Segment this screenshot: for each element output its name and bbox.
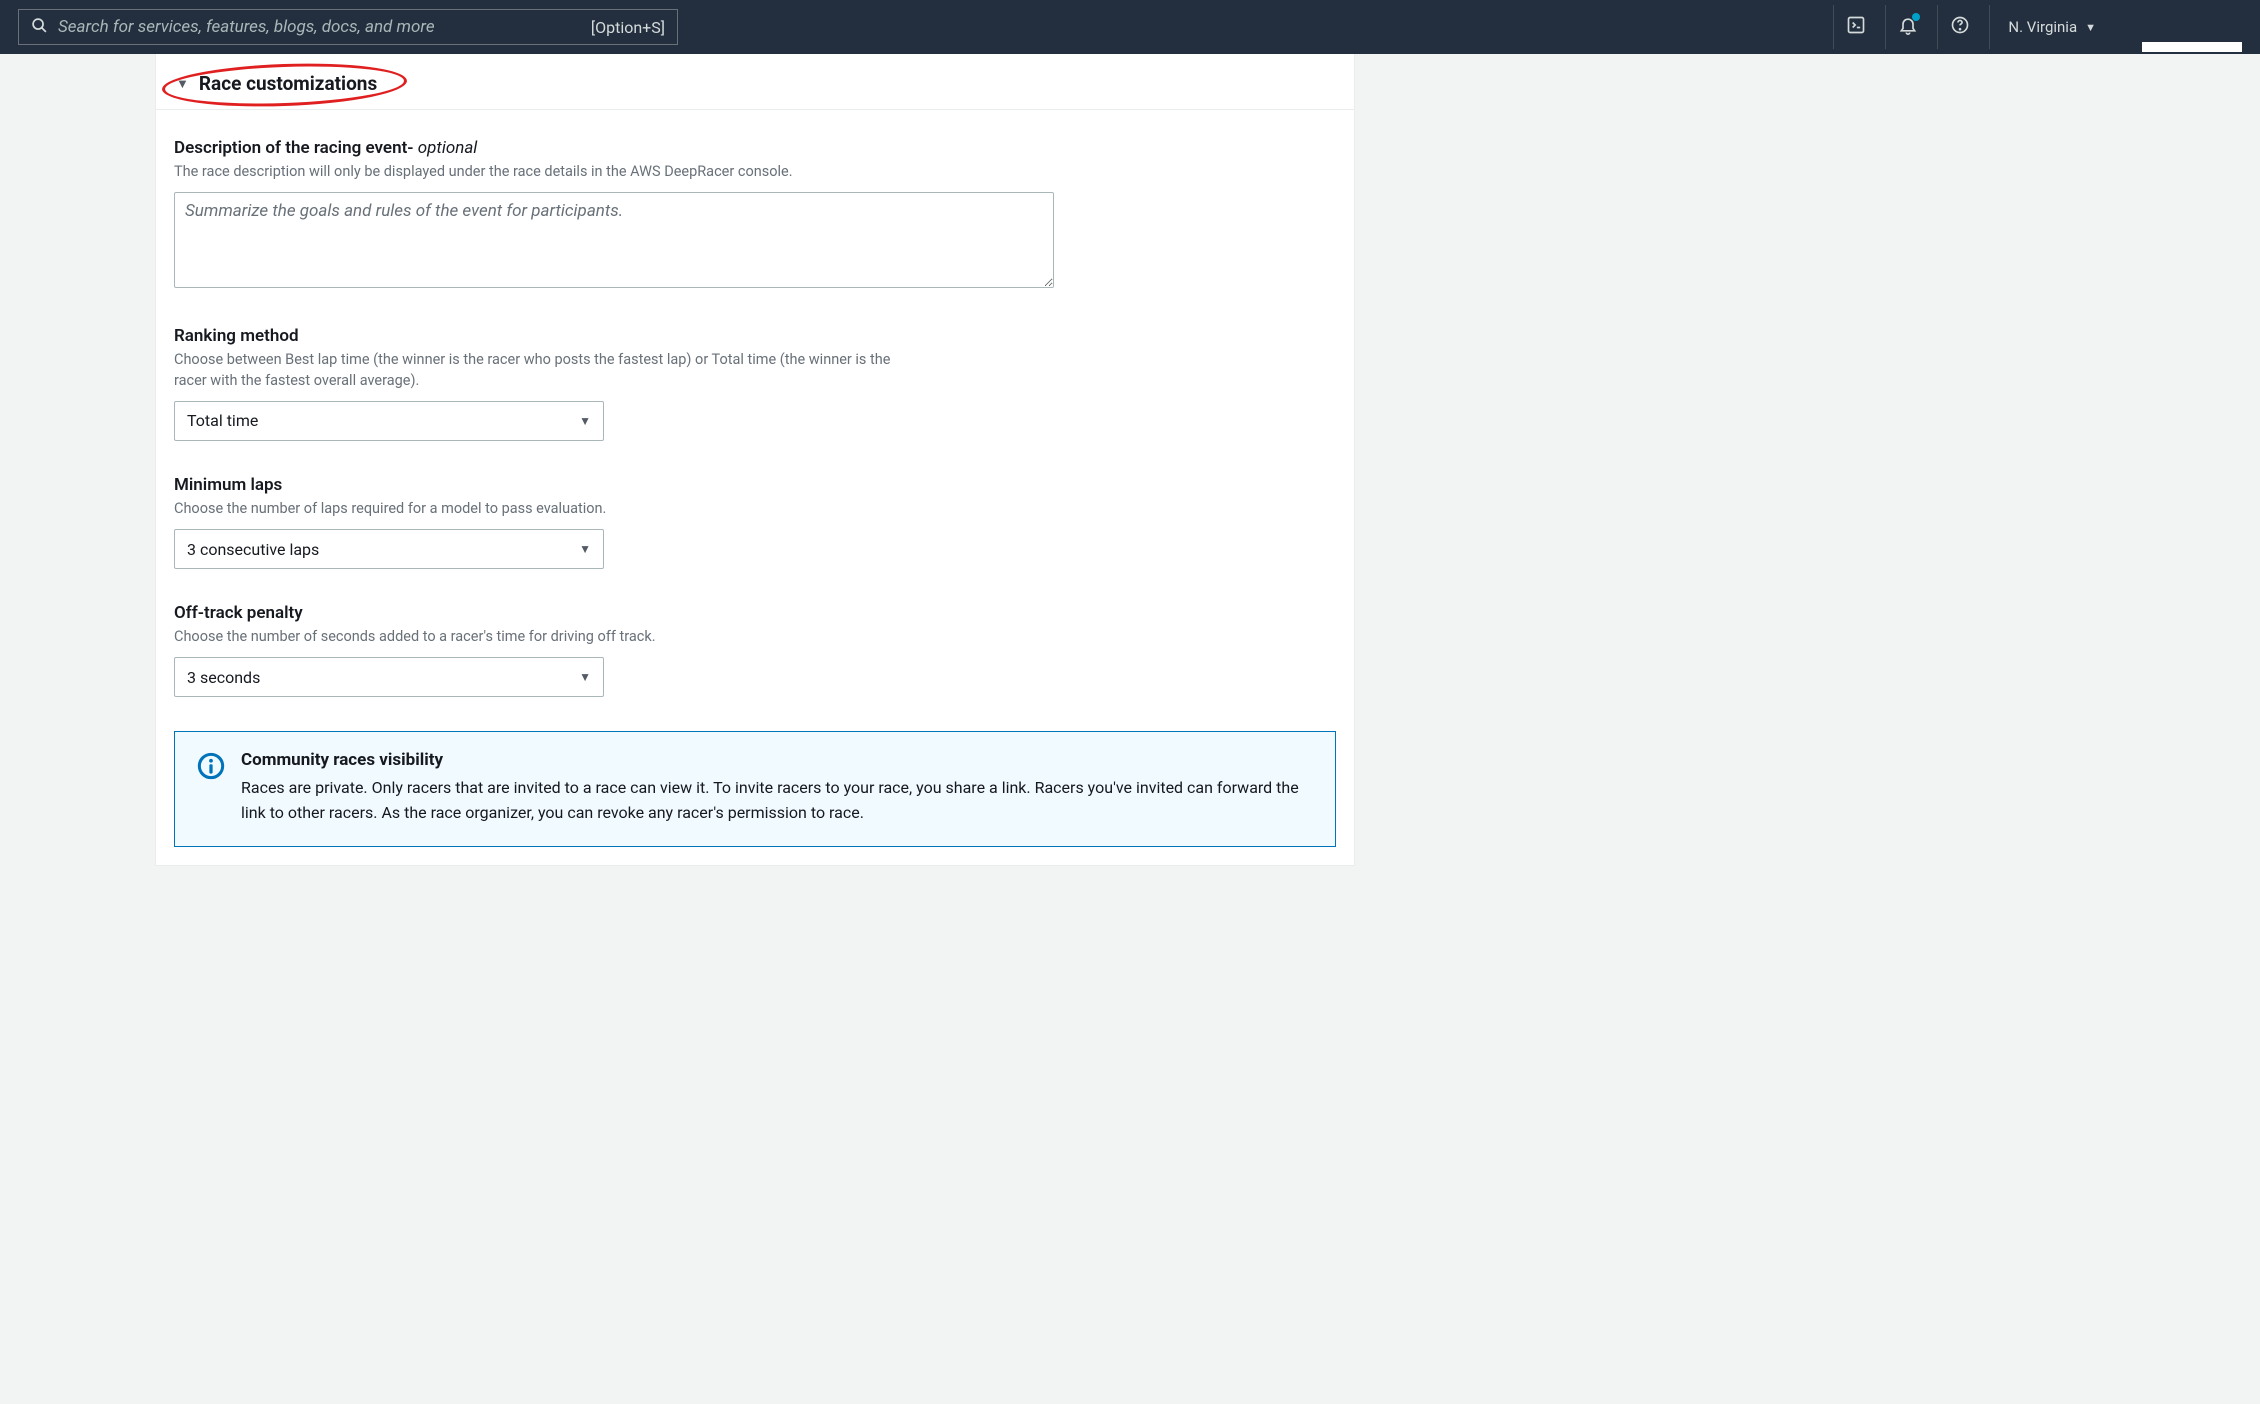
info-body: Races are private. Only racers that are …: [241, 776, 1313, 826]
help-button[interactable]: [1937, 5, 1981, 49]
description-help: The race description will only be displa…: [174, 162, 914, 182]
info-icon: [197, 752, 225, 780]
ranking-select[interactable]: Total time ▼: [174, 401, 604, 441]
minlaps-selected-value: 3 consecutive laps: [187, 540, 319, 559]
race-customizations-panel: ▼ Race customizations Description of the…: [155, 54, 1355, 866]
description-field: Description of the racing event- optiona…: [174, 138, 1054, 292]
account-menu-placeholder[interactable]: [2142, 42, 2242, 52]
search-input[interactable]: [48, 17, 581, 37]
ranking-label: Ranking method: [174, 326, 1054, 346]
info-title: Community races visibility: [241, 750, 1313, 770]
notification-dot: [1912, 13, 1920, 21]
search-shortcut-hint: [Option+S]: [581, 18, 665, 37]
penalty-select[interactable]: 3 seconds ▼: [174, 657, 604, 697]
top-nav-bar: [Option+S] N. Virginia: [0, 0, 2260, 54]
disclosure-triangle-icon: ▼: [176, 76, 189, 92]
minimum-laps-field: Minimum laps Choose the number of laps r…: [174, 475, 1054, 569]
offtrack-penalty-field: Off-track penalty Choose the number of s…: [174, 603, 1054, 697]
region-selector[interactable]: N. Virginia ▼: [1989, 5, 2114, 49]
minlaps-label: Minimum laps: [174, 475, 1054, 495]
region-label: N. Virginia: [2008, 18, 2077, 36]
ranking-selected-value: Total time: [187, 411, 258, 430]
penalty-help: Choose the number of seconds added to a …: [174, 627, 914, 647]
global-search[interactable]: [Option+S]: [18, 9, 678, 45]
notifications-button[interactable]: [1885, 5, 1929, 49]
section-header[interactable]: ▼ Race customizations: [156, 54, 1354, 110]
help-icon: [1950, 15, 1970, 39]
caret-down-icon: ▼: [2085, 21, 2096, 34]
section-title: Race customizations: [199, 72, 377, 95]
cloudshell-button[interactable]: [1833, 5, 1877, 49]
visibility-info-alert: Community races visibility Races are pri…: [174, 731, 1336, 847]
minlaps-help: Choose the number of laps required for a…: [174, 499, 914, 519]
ranking-help: Choose between Best lap time (the winner…: [174, 350, 914, 391]
ranking-method-field: Ranking method Choose between Best lap t…: [174, 326, 1054, 441]
caret-down-icon: ▼: [579, 414, 591, 428]
caret-down-icon: ▼: [579, 670, 591, 684]
description-label: Description of the racing event- optiona…: [174, 138, 1054, 158]
penalty-selected-value: 3 seconds: [187, 668, 260, 687]
caret-down-icon: ▼: [579, 542, 591, 556]
penalty-label: Off-track penalty: [174, 603, 1054, 623]
cloudshell-icon: [1846, 15, 1866, 39]
description-textarea[interactable]: [174, 192, 1054, 288]
search-icon: [31, 17, 48, 38]
minlaps-select[interactable]: 3 consecutive laps ▼: [174, 529, 604, 569]
